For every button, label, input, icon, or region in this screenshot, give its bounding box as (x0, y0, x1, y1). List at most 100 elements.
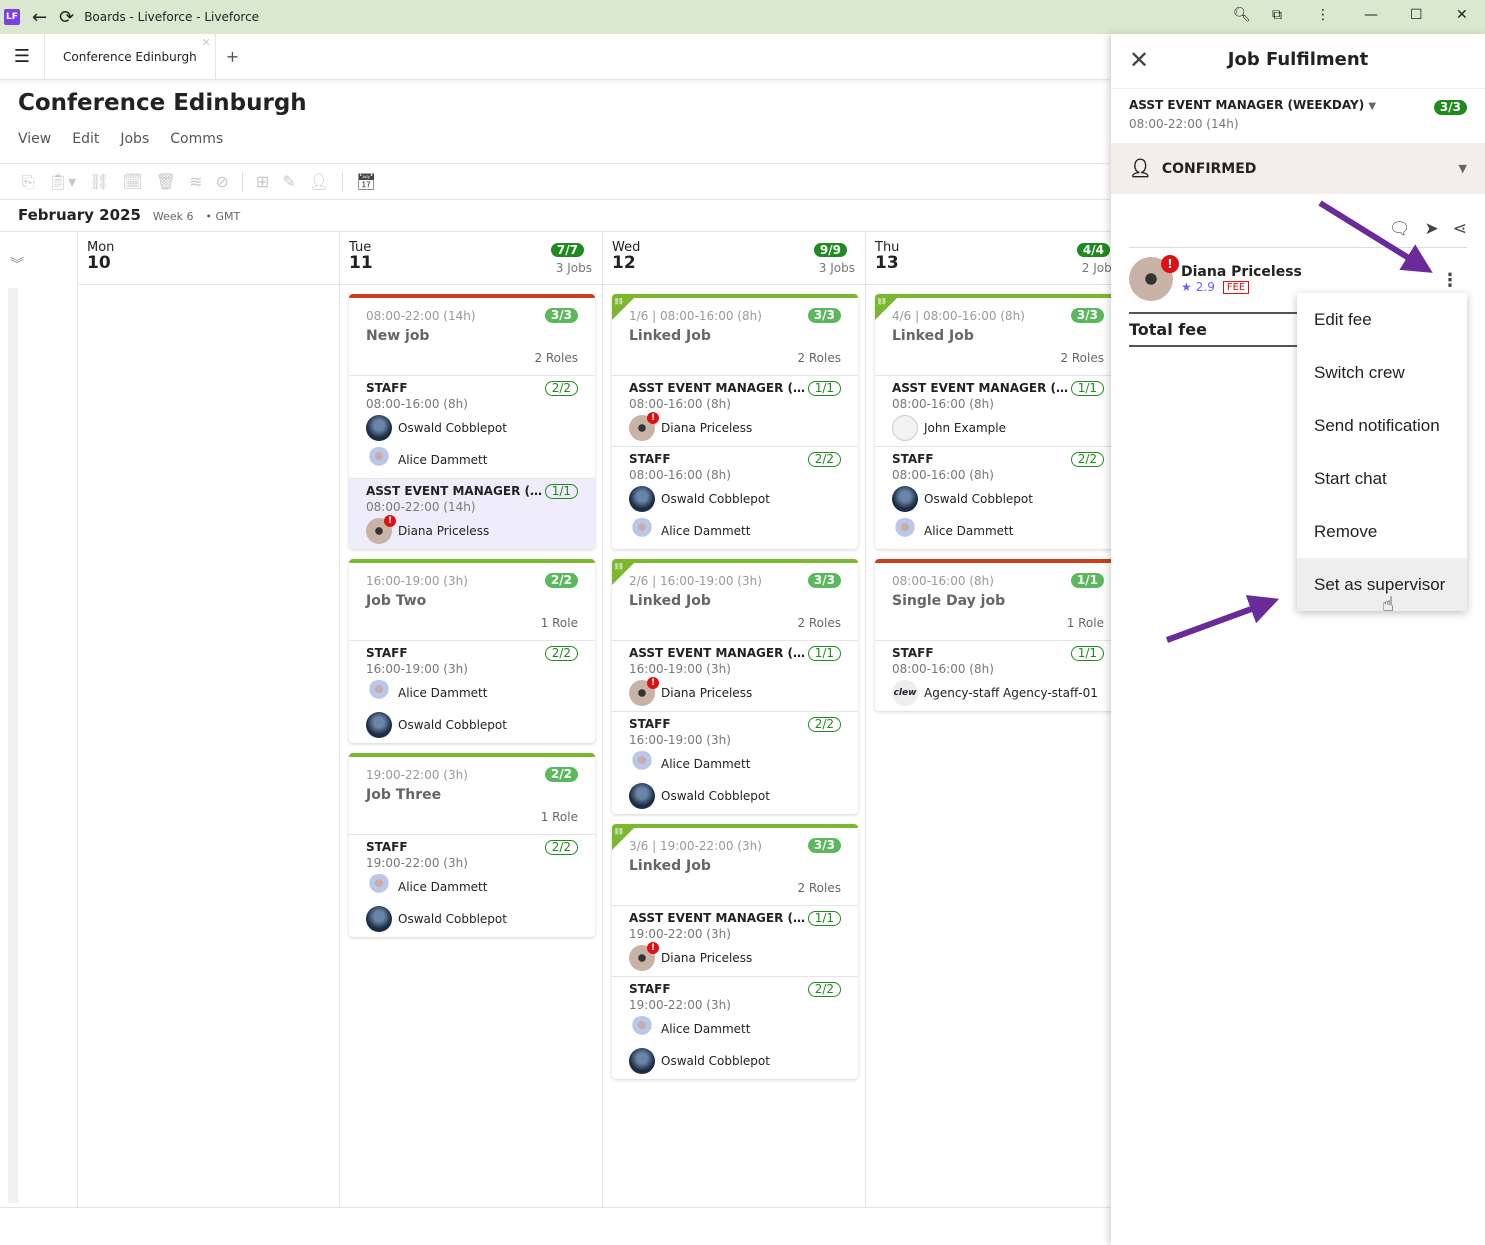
role-time: 19:00-22:00 (3h) (629, 927, 731, 941)
person-row[interactable]: Oswald Cobblepot (366, 412, 578, 444)
menu-edit[interactable]: Edit (72, 131, 99, 147)
close-window-button[interactable]: ✕ (1456, 7, 1468, 23)
job-card[interactable]: 16:00-19:00 (3h) Job Two 1 Role 2/2 STAFF 16:… (349, 559, 595, 743)
role-section[interactable]: STAFF 19:00-22:00 (3h) 2/2 Alice Dammett Osw… (349, 835, 595, 937)
tab-close-icon[interactable]: ✕ (201, 36, 210, 49)
person-row[interactable]: Oswald Cobblepot (366, 903, 578, 935)
confirmed-user-icon: 👤︎ (1129, 158, 1152, 179)
alert-icon: ! (647, 942, 659, 954)
role-section[interactable]: STAFF 16:00-19:00 (3h) 2/2 Alice Dammett Osw… (612, 712, 858, 814)
person-row[interactable]: Alice Dammett (629, 1013, 841, 1045)
job-card[interactable]: 08:00-22:00 (14h) New job 2 Roles 3/3 STAFF 0… (349, 294, 595, 549)
job-card[interactable]: ⛓ 3/6 | 19:00-22:00 (3h) Linked Job 2 Roles… (612, 824, 858, 1079)
person-row[interactable]: ! Diana Priceless (629, 412, 841, 444)
link-jobs-icon[interactable]: ⛓ (89, 172, 109, 191)
person-row[interactable]: ! Diana Priceless (629, 942, 841, 974)
role-fill-badge: 1/1 (807, 911, 841, 926)
role-fill-badge: 1/1 (807, 646, 841, 661)
role-section[interactable]: STAFF 08:00-16:00 (8h) 2/2 Oswald Cobblepot… (612, 447, 858, 549)
role-section[interactable]: ASST EVENT MANAGER (WEEKDAY) 08:00-22:00 … (349, 479, 595, 549)
back-icon[interactable]: ← (32, 7, 47, 28)
calendar-search-icon[interactable]: 📅︎ (356, 172, 376, 191)
minimize-button[interactable]: — (1364, 7, 1378, 23)
person-row[interactable]: ! Diana Priceless (366, 515, 578, 547)
menu-item-remove[interactable]: Remove (1297, 505, 1467, 558)
maximize-button[interactable]: ☐ (1410, 7, 1423, 23)
job-card[interactable]: ⛓ 1/6 | 08:00-16:00 (8h) Linked Job 2 Roles… (612, 294, 858, 549)
person-row[interactable]: Alice Dammett (366, 444, 578, 476)
day-header[interactable]: Wed 12 9/9 3 Jobs (603, 232, 865, 285)
person-row[interactable]: Oswald Cobblepot (629, 1045, 841, 1077)
menu-view[interactable]: View (18, 131, 51, 147)
person-name: Oswald Cobblepot (661, 789, 770, 803)
person-row[interactable]: ! Diana Priceless (629, 677, 841, 709)
month-row: February 2025 Week 6 • GMT (18, 206, 240, 224)
menu-jobs[interactable]: Jobs (120, 131, 149, 147)
panel-divider (1129, 247, 1467, 248)
day-jobs-count: 3 Jobs (818, 261, 855, 275)
tab-conference-edinburgh[interactable]: Conference Edinburgh ✕ (44, 33, 216, 80)
person-row[interactable]: John Example (892, 412, 1104, 444)
hamburger-menu-icon[interactable]: ☰ (0, 46, 44, 67)
extensions-icon[interactable]: ⧉ (1272, 7, 1282, 23)
person-row[interactable]: Alice Dammett (366, 677, 578, 709)
job-card[interactable]: ⛓ 2/6 | 16:00-19:00 (3h) Linked Job 2 Roles… (612, 559, 858, 814)
edit-icon[interactable]: ✎ (282, 172, 295, 191)
menu-item-switch-crew[interactable]: Switch crew (1297, 346, 1467, 399)
role-section[interactable]: ASST EVENT MANAGER (WEEKDAY) 19:00-22:00 … (612, 906, 858, 977)
chat-icon[interactable]: 🗨︎ (1389, 219, 1411, 239)
person-row[interactable]: Alice Dammett (629, 515, 841, 547)
add-date-icon[interactable]: 🗓︎ (122, 172, 142, 191)
day-header[interactable]: Mon 10 (78, 232, 339, 285)
more-icon[interactable]: ⋮ (1316, 7, 1330, 23)
menu-item-start-chat[interactable]: Start chat (1297, 452, 1467, 505)
layers-icon[interactable]: ≋ (189, 172, 202, 191)
role-section[interactable]: STAFF 08:00-16:00 (8h) 2/2 Oswald Cobblepot… (875, 447, 1121, 549)
role-section[interactable]: STAFF 16:00-19:00 (3h) 2/2 Alice Dammett Osw… (349, 641, 595, 743)
menu-item-send-notification[interactable]: Send notification (1297, 399, 1467, 452)
add-icon[interactable]: ⊞ (256, 172, 269, 191)
role-section[interactable]: STAFF 08:00-16:00 (8h) 1/1 clew Agency-staff… (875, 641, 1121, 711)
send-icon[interactable]: ➤ (1425, 219, 1439, 239)
job-card[interactable]: 19:00-22:00 (3h) Job Three 1 Role 2/2 STAFF 1… (349, 753, 595, 937)
share-icon[interactable]: ⋖ (1453, 219, 1467, 239)
paste-icon[interactable]: 📋︎▾ (48, 172, 76, 191)
more-options-icon[interactable]: ⋮ (1441, 270, 1459, 291)
role-section[interactable]: STAFF 19:00-22:00 (3h) 2/2 Alice Dammett Osw… (612, 977, 858, 1079)
copy-icon[interactable]: ⎘ (22, 172, 35, 192)
job-card[interactable]: 08:00-16:00 (8h) Single Day job 1 Role 1/1 S… (875, 559, 1121, 711)
role-section[interactable]: ASST EVENT MANAGER (WEEKDAY) 08:00-16:00 … (612, 376, 858, 447)
delete-icon[interactable]: 🗑︎ (156, 172, 176, 191)
day-header[interactable]: Tue 11 7/7 3 Jobs (340, 232, 602, 285)
assign-icon[interactable]: 👤︎ (309, 172, 329, 191)
new-tab-button[interactable]: + (226, 47, 239, 66)
person-row[interactable]: Alice Dammett (892, 515, 1104, 547)
menu-item-edit-fee[interactable]: Edit fee (1297, 293, 1467, 346)
day-header[interactable]: Thu 13 4/4 2 Jobs (866, 232, 1128, 285)
status-dropdown[interactable]: 👤︎ CONFIRMED ▼ (1111, 143, 1485, 194)
assigned-person[interactable]: ! Diana Priceless ★ 2.9 FEE (1129, 255, 1302, 301)
person-row[interactable]: Oswald Cobblepot (892, 483, 1104, 515)
person-row[interactable]: Oswald Cobblepot (629, 780, 841, 812)
zoom-icon[interactable]: 🔍︎ (1233, 7, 1251, 23)
person-row[interactable]: Oswald Cobblepot (629, 483, 841, 515)
person-row[interactable]: Alice Dammett (366, 871, 578, 903)
refresh-icon[interactable]: ⟳ (59, 7, 74, 28)
role-title: ASST EVENT MANAGER (WEEKDAY) (892, 381, 1072, 395)
hide-layers-icon[interactable]: ⊘ (216, 172, 229, 191)
collapse-chevron-icon[interactable]: ︾ (10, 254, 24, 274)
job-card[interactable]: ⛓ 4/6 | 08:00-16:00 (8h) Linked Job 2 Roles… (875, 294, 1121, 549)
person-row[interactable]: Oswald Cobblepot (366, 709, 578, 741)
job-title: Job Three (366, 787, 442, 803)
hand-cursor-icon: ☝ (1382, 592, 1395, 616)
person-row[interactable]: Alice Dammett (629, 748, 841, 780)
avatar (366, 680, 392, 706)
window-titlebar: LF ← ⟳ Boards - Liveforce - Liveforce 🔍︎… (0, 0, 1485, 34)
person-row[interactable]: clew Agency-staff Agency-staff-01 (892, 677, 1104, 709)
alert-icon: ! (384, 515, 396, 527)
role-section[interactable]: ASST EVENT MANAGER (WEEKDAY) 08:00-16:00 … (875, 376, 1121, 447)
role-section[interactable]: ASST EVENT MANAGER (WEEKDAY) 16:00-19:00 … (612, 641, 858, 712)
role-section[interactable]: STAFF 08:00-16:00 (8h) 2/2 Oswald Cobblepot… (349, 376, 595, 479)
role-selector[interactable]: ASST EVENT MANAGER (WEEKDAY) ▼ (1129, 98, 1376, 112)
menu-comms[interactable]: Comms (170, 131, 223, 147)
